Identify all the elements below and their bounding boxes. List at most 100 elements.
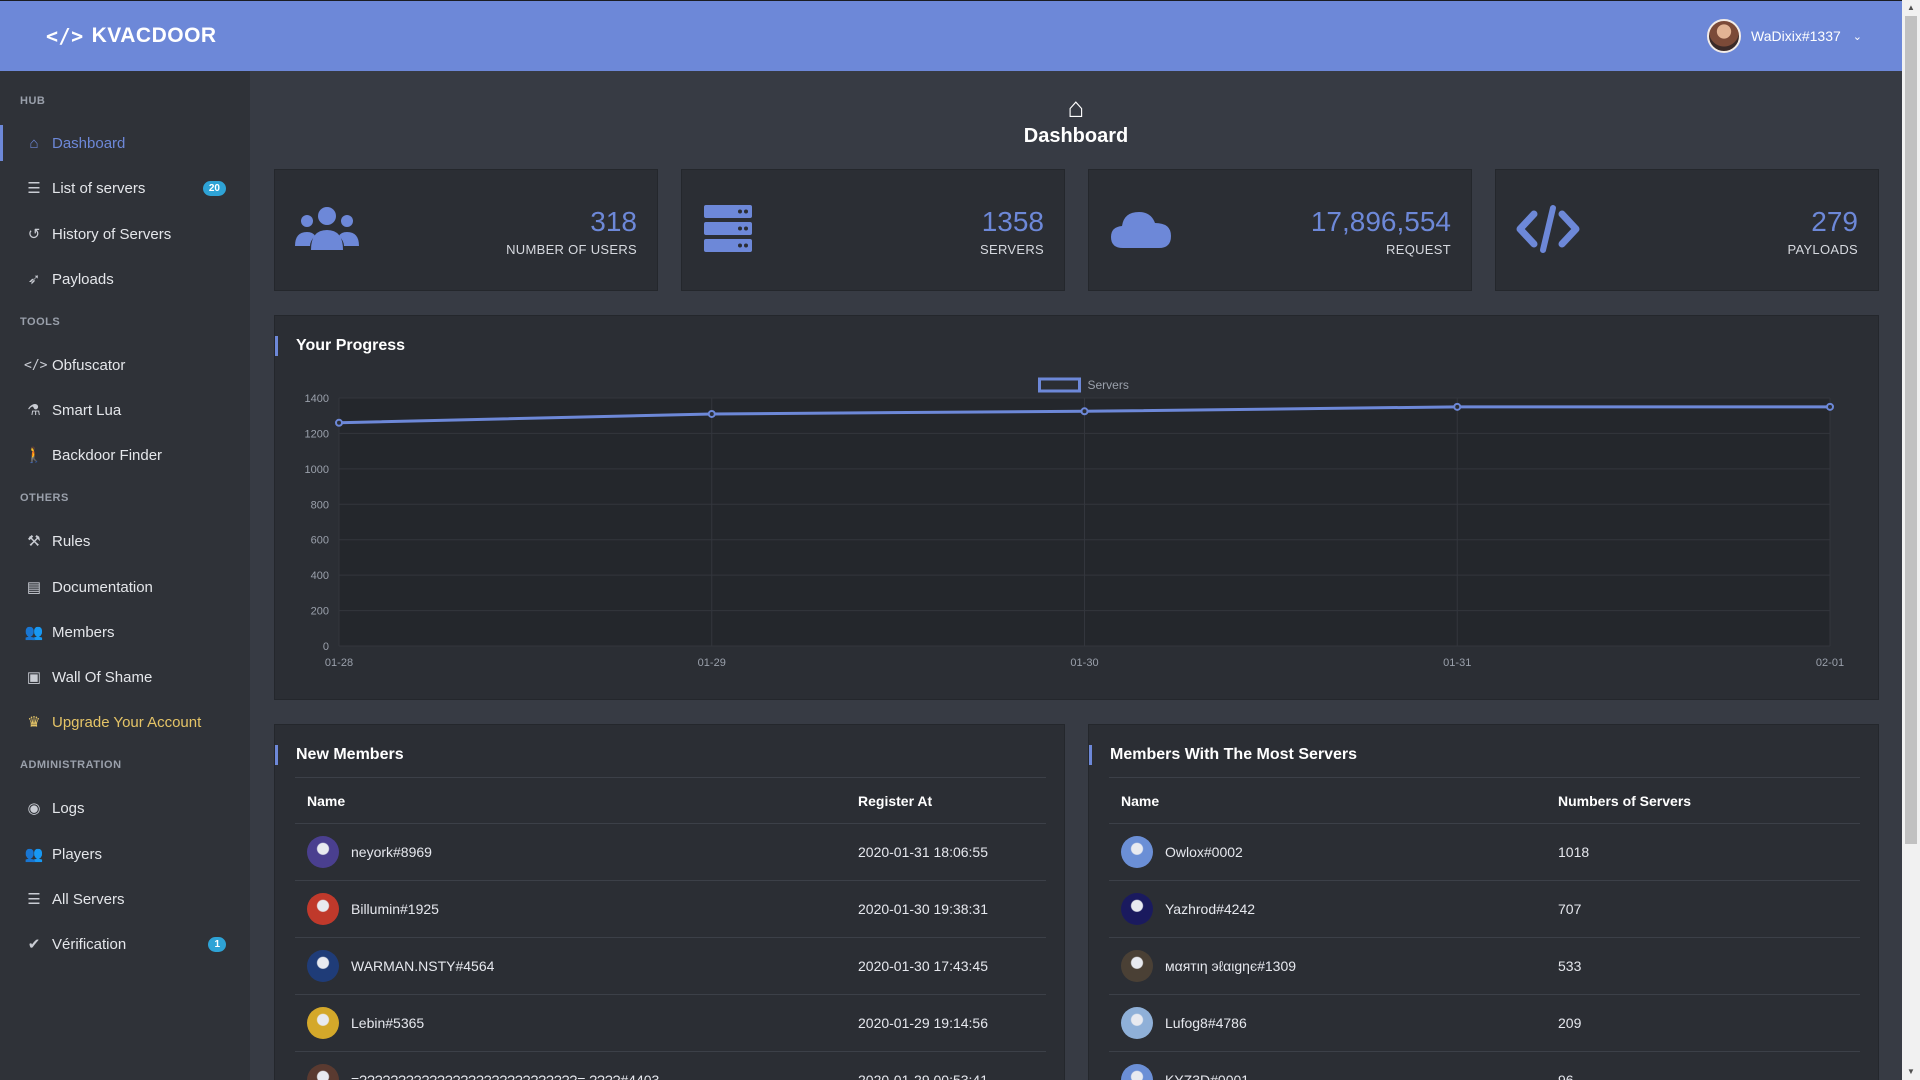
stat-card-payloads: 279 PAYLOADS bbox=[1495, 169, 1879, 291]
table-row[interactable]: neyork#8969 2020-01-31 18:06:55 bbox=[295, 823, 1046, 881]
scroll-thumb[interactable] bbox=[1905, 16, 1917, 844]
y-tick-label: 600 bbox=[311, 535, 329, 547]
avatar bbox=[1121, 950, 1153, 982]
crown-icon: ♛ bbox=[27, 714, 41, 731]
member-cell: Owlox#0002 bbox=[1109, 823, 1546, 881]
top-bar: </> KVACDOOR WaDixix#1337 ⌄ bbox=[0, 0, 1902, 71]
table-row[interactable]: Lebin#5365 2020-01-29 19:14:56 bbox=[295, 994, 1046, 1052]
member-name[interactable]: WARMAN.NSTY#4564 bbox=[351, 958, 494, 974]
table-row[interactable]: KYZ3D#0001 96 bbox=[1109, 1051, 1860, 1080]
table-row[interactable]: Owlox#0002 1018 bbox=[1109, 823, 1860, 881]
home-icon: ⌂ bbox=[1067, 92, 1085, 123]
member-info: Yazhrod#4242 bbox=[1121, 893, 1546, 925]
data-point bbox=[707, 409, 716, 418]
sidebar-item-members[interactable]: 👥 Members bbox=[0, 614, 250, 650]
sidebar-item-upgrade-your-account[interactable]: ♛ Upgrade Your Account bbox=[0, 704, 250, 740]
sidebar-item-logs[interactable]: ◉ Logs bbox=[0, 790, 250, 826]
sidebar-item-all-servers[interactable]: ☰ All Servers bbox=[0, 881, 250, 917]
scroll-down-arrow[interactable]: ▼ bbox=[1902, 1064, 1920, 1080]
main-content: ⌂ Dashboard 318 NUMBER OF USERS 1358 SER… bbox=[250, 71, 1902, 1080]
stat-label: SERVERS bbox=[980, 242, 1044, 257]
member-name[interactable]: Yazhrod#4242 bbox=[1165, 901, 1255, 917]
sidebar-item-dashboard[interactable]: ⌂ Dashboard bbox=[0, 125, 250, 161]
avatar bbox=[1121, 836, 1153, 868]
table-row[interactable]: мαятιη эℓαιgηє#1309 533 bbox=[1109, 937, 1860, 995]
history-icon: ↺ bbox=[27, 226, 41, 243]
stat-card-servers: 1358 SERVERS bbox=[681, 169, 1065, 291]
sidebar-item-verification[interactable]: ✔ Vérification 1 bbox=[0, 926, 250, 962]
chevron-down-icon: ⌄ bbox=[1852, 30, 1862, 43]
column-header-register-at: Register At bbox=[846, 777, 1046, 824]
avatar bbox=[307, 1064, 339, 1080]
avatar bbox=[1121, 893, 1153, 925]
member-cell: Billumin#1925 bbox=[295, 880, 846, 938]
sidebar-item-label: Payloads bbox=[52, 270, 114, 288]
server-count: 533 bbox=[1546, 937, 1860, 995]
avatar bbox=[307, 893, 339, 925]
table-row[interactable]: WARMAN.NSTY#4564 2020-01-30 17:43:45 bbox=[295, 937, 1046, 995]
new-members-panel: New Members Name Register At neyork#8969… bbox=[274, 724, 1065, 1080]
table-row[interactable]: Billumin#1925 2020-01-30 19:38:31 bbox=[295, 880, 1046, 938]
member-name[interactable]: =????????????????????????????= ????#4403 bbox=[351, 1072, 659, 1080]
sidebar-item-documentation[interactable]: ▤ Documentation bbox=[0, 569, 250, 605]
avatar bbox=[307, 836, 339, 868]
user-menu[interactable]: WaDixix#1337 ⌄ bbox=[1707, 19, 1862, 53]
sidebar-item-backdoor-finder[interactable]: 🚶 Backdoor Finder bbox=[0, 437, 250, 473]
table-row[interactable]: Yazhrod#4242 707 bbox=[1109, 880, 1860, 938]
section-tools: TOOLS bbox=[20, 316, 61, 328]
sidebar-item-rules[interactable]: ⚒ Rules bbox=[0, 523, 250, 559]
sidebar-item-label: All Servers bbox=[52, 890, 125, 908]
sidebar-item-label: Upgrade Your Account bbox=[52, 713, 202, 731]
stat-value: 318 bbox=[590, 206, 637, 237]
table-row[interactable]: Lufog8#4786 209 bbox=[1109, 994, 1860, 1052]
register-date: 2020-01-30 17:43:45 bbox=[846, 937, 1046, 995]
sidebar-item-label: Wall Of Shame bbox=[52, 668, 153, 686]
sidebar-item-payloads[interactable]: ➶ Payloads bbox=[0, 261, 250, 297]
table-header-row: Name Register At bbox=[295, 777, 1046, 824]
section-hub: HUB bbox=[20, 95, 46, 107]
y-tick-label: 0 bbox=[323, 641, 329, 653]
sidebar-item-label: History of Servers bbox=[52, 225, 172, 243]
member-name[interactable]: Lufog8#4786 bbox=[1165, 1015, 1247, 1031]
walking-icon: 🚶 bbox=[24, 447, 44, 464]
sidebar-item-players[interactable]: 👥 Players bbox=[0, 836, 250, 872]
scroll-up-arrow[interactable]: ▲ bbox=[1902, 0, 1920, 16]
x-tick-label: 01-30 bbox=[1070, 657, 1098, 669]
book-icon: ▤ bbox=[26, 579, 42, 596]
brand-logo[interactable]: </> KVACDOOR bbox=[46, 24, 217, 48]
y-tick-label: 1400 bbox=[305, 393, 329, 405]
member-name[interactable]: мαятιη эℓαιgηє#1309 bbox=[1165, 958, 1296, 974]
sidebar-item-label: Members bbox=[52, 623, 115, 641]
member-name[interactable]: neyork#8969 bbox=[351, 844, 432, 860]
member-info: neyork#8969 bbox=[307, 836, 846, 868]
data-point bbox=[1080, 407, 1089, 416]
member-name[interactable]: Owlox#0002 bbox=[1165, 844, 1243, 860]
member-info: Owlox#0002 bbox=[1121, 836, 1546, 868]
sidebar-item-label: Vérification bbox=[52, 935, 127, 953]
sidebar-item-smart-lua[interactable]: ⚗ Smart Lua bbox=[0, 392, 250, 428]
member-name[interactable]: KYZ3D#0001 bbox=[1165, 1072, 1249, 1080]
rocket-icon: ➶ bbox=[27, 271, 41, 288]
users-icon: 👥 bbox=[24, 846, 44, 863]
sidebar-item-label: Rules bbox=[52, 532, 91, 550]
page-scrollbar[interactable]: ▲ ▼ bbox=[1902, 0, 1920, 1080]
code-icon: </> bbox=[24, 357, 48, 373]
member-cell: KYZ3D#0001 bbox=[1109, 1051, 1546, 1080]
member-info: Lebin#5365 bbox=[307, 1007, 846, 1039]
data-point bbox=[1826, 402, 1834, 411]
stat-label: PAYLOADS bbox=[1787, 242, 1858, 257]
sidebar-item-obfuscator[interactable]: </> Obfuscator bbox=[0, 347, 250, 383]
stat-value: 1358 bbox=[981, 206, 1044, 237]
top-members-panel: Members With The Most Servers Name Numbe… bbox=[1088, 724, 1879, 1080]
sidebar-item-label: Documentation bbox=[52, 578, 153, 596]
member-info: Lufog8#4786 bbox=[1121, 1007, 1546, 1039]
sidebar-item-list-of-servers[interactable]: ☰ List of servers 20 bbox=[0, 170, 250, 206]
sidebar-item-wall-of-shame[interactable]: ▣ Wall Of Shame bbox=[0, 659, 250, 695]
sidebar-item-history-of-servers[interactable]: ↺ History of Servers bbox=[0, 216, 250, 252]
member-name[interactable]: Billumin#1925 bbox=[351, 901, 439, 917]
table-row[interactable]: =????????????????????????????= ????#4403… bbox=[295, 1051, 1046, 1080]
code-icon bbox=[1516, 204, 1580, 263]
sidebar-item-label: Logs bbox=[52, 799, 85, 817]
member-name[interactable]: Lebin#5365 bbox=[351, 1015, 424, 1031]
sidebar-item-label: Obfuscator bbox=[52, 356, 126, 374]
